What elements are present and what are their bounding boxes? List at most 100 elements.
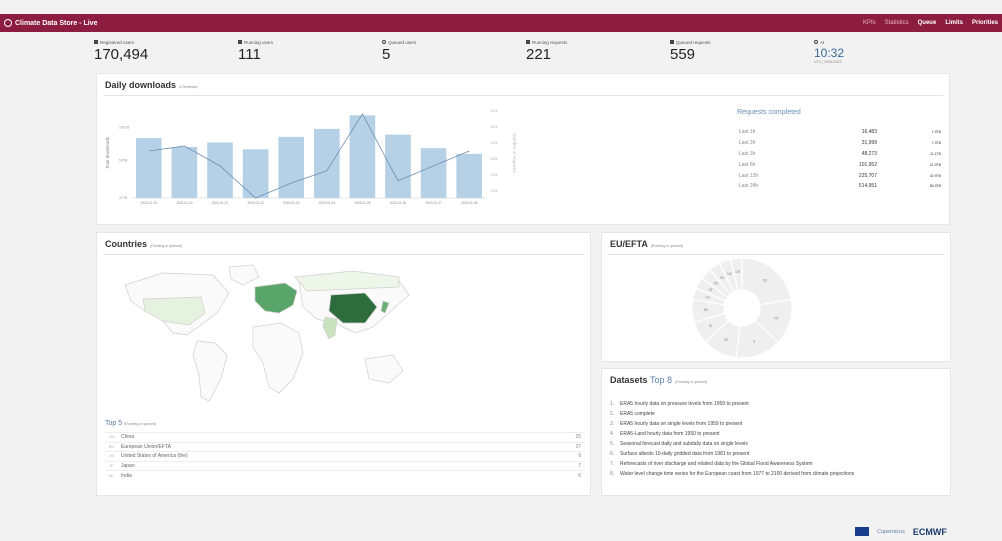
country-name: India bbox=[121, 472, 132, 479]
dataset-item[interactable]: 2. ERA5 complete bbox=[610, 409, 948, 419]
country-count: 25 bbox=[575, 434, 581, 441]
stat-label: At bbox=[820, 39, 825, 45]
nav-queue[interactable]: Queue bbox=[918, 20, 937, 26]
dataset-rank: 8. bbox=[610, 471, 615, 477]
y-tick-label: 50TB bbox=[119, 158, 128, 162]
pie-slice-label: AT bbox=[709, 288, 713, 292]
country-code: US bbox=[109, 454, 114, 459]
running-icon bbox=[238, 40, 242, 44]
request-size: 42.9TB bbox=[929, 173, 941, 178]
dataset-item[interactable]: 7. Reforecasts of river discharge and rel… bbox=[610, 459, 948, 469]
copernicus-logo[interactable]: Copernicus bbox=[877, 529, 905, 535]
request-count: 225,707 bbox=[858, 172, 877, 179]
requests-row: Last 6h 101,952 21.9TB bbox=[739, 159, 945, 170]
request-count: 31,999 bbox=[861, 140, 877, 147]
request-size: 21.9TB bbox=[929, 162, 941, 167]
x-tick-label: 2023-01-27 bbox=[425, 201, 442, 205]
euefta-subtitle: (Running or queued) bbox=[650, 244, 683, 248]
dataset-item[interactable]: 3. ERA5 hourly data on single levels from… bbox=[610, 419, 948, 429]
request-period: Last 3h bbox=[739, 150, 756, 157]
dataset-name: Seasonal forecast daily and subdaily dat… bbox=[620, 441, 748, 447]
stat-label: Running users bbox=[244, 39, 274, 45]
dataset-name: Water level change time series for the E… bbox=[620, 471, 855, 477]
stat-value: 170,494 bbox=[94, 46, 149, 63]
y2-axis-label: Number of requests bbox=[512, 133, 517, 173]
y2-tick-label: 350k bbox=[490, 157, 498, 161]
bar bbox=[278, 136, 305, 198]
y2-tick-label: 450k bbox=[490, 125, 498, 129]
dataset-item[interactable]: 6. Surface albedo 10-daily gridded data f… bbox=[610, 449, 948, 459]
stats-bar: Registered users 170,494 Running users 1… bbox=[92, 38, 958, 70]
dataset-item[interactable]: 1. ERA5 hourly data on pressure levels fr… bbox=[610, 399, 948, 409]
bar bbox=[207, 142, 233, 198]
brand[interactable]: Climate Data Store - Live bbox=[0, 19, 97, 27]
pie-slice-label: NL bbox=[709, 324, 713, 328]
stat-label: Registered users bbox=[100, 39, 135, 45]
stat-running-requests: Running requests 221 bbox=[524, 38, 668, 70]
request-period: Last 6h bbox=[739, 161, 756, 168]
euefta-title: EU/EFTA bbox=[610, 239, 648, 249]
clock-time: 10:32 bbox=[814, 46, 845, 60]
top5-row[interactable]: IN India 6 bbox=[105, 470, 585, 480]
stat-running-users: Running users 111 bbox=[236, 38, 380, 70]
daily-downloads-panel: Daily downloads in Terabytes 2023-01-19 20… bbox=[96, 73, 950, 225]
country-name: European Union/EFTA bbox=[121, 443, 171, 450]
pause-icon bbox=[670, 40, 674, 44]
request-count: 48,273 bbox=[861, 150, 877, 157]
x-tick-label: 2023-01-26 bbox=[390, 201, 407, 205]
clock-icon bbox=[382, 40, 386, 44]
top5-subtitle: (Running or queued) bbox=[124, 422, 157, 426]
y2-tick-label: 400k bbox=[490, 141, 498, 145]
top-nav: KPIs Statistics Queue Limits Priorities bbox=[863, 20, 1002, 26]
dataset-name: ERA5 complete bbox=[620, 411, 655, 417]
nav-limits[interactable]: Limits bbox=[945, 20, 963, 26]
eu-efta-pie-chart: DEFRITESNLBECHATDKSENO GR bbox=[691, 257, 793, 359]
request-period: Last 24h bbox=[739, 183, 759, 190]
datasets-subtitle: (Running or queued) bbox=[675, 380, 708, 384]
requests-completed-title: Requests completed bbox=[737, 109, 801, 116]
y-axis-label: Total downloads bbox=[105, 136, 110, 169]
world-map[interactable] bbox=[103, 255, 423, 415]
x-tick-label: 2023-01-24 bbox=[319, 201, 336, 205]
pie-slice-label: CH bbox=[705, 296, 710, 300]
dataset-item[interactable]: 8. Water level change time series for the… bbox=[610, 469, 948, 479]
dataset-rank: 4. bbox=[610, 431, 615, 437]
requests-completed-table: Last 1h 16,483 1.9TB Last 2h 31,999 7.3TB Last… bbox=[739, 127, 945, 192]
map-region-africa bbox=[252, 322, 304, 394]
downloads-chart: 2023-01-19 2023-01-20 2023-01-21 2023-01-22… bbox=[105, 109, 517, 205]
stat-clock: At 10:32 UTC | 29/01/2023 bbox=[812, 38, 956, 70]
pie-slice-label: DE bbox=[763, 278, 767, 282]
eu-flag-icon bbox=[855, 527, 869, 536]
datasets-title: Datasets bbox=[610, 375, 648, 385]
bar bbox=[456, 153, 483, 198]
requests-row: Last 24h 514,951 80.3TB bbox=[739, 181, 945, 192]
footer-logos: Copernicus ECMWF bbox=[855, 522, 1002, 541]
top5-row[interactable]: JP Japan 7 bbox=[105, 460, 585, 471]
panel-title: Countries (Running or queued) bbox=[105, 239, 182, 249]
request-size: 1.9TB bbox=[931, 130, 941, 135]
logo-icon bbox=[4, 19, 12, 27]
nav-kpis[interactable]: KPIs bbox=[863, 20, 876, 26]
pie-slice-label: FR bbox=[774, 316, 779, 320]
nav-priorities[interactable]: Priorities bbox=[972, 20, 998, 26]
top5-row[interactable]: US United States of America (the) 9 bbox=[105, 451, 585, 461]
pie-slice-label: ES bbox=[724, 338, 728, 342]
dataset-rank: 6. bbox=[610, 451, 615, 457]
panel-title: Daily downloads in Terabytes bbox=[105, 80, 198, 90]
y2-tick-label: 500k bbox=[490, 109, 498, 113]
dataset-rank: 5. bbox=[610, 441, 615, 447]
top5-row[interactable]: EU European Union/EFTA 27 bbox=[105, 441, 585, 452]
ecmwf-logo[interactable]: ECMWF bbox=[913, 527, 947, 537]
dataset-rank: 7. bbox=[610, 461, 615, 467]
dataset-item[interactable]: 5. Seasonal forecast daily and subdaily d… bbox=[610, 439, 948, 449]
panel-title: Datasets Top 8 (Running or queued) bbox=[610, 375, 707, 385]
request-size: 80.3TB bbox=[929, 184, 941, 189]
stat-value: 221 bbox=[526, 46, 552, 63]
country-code: CN bbox=[109, 435, 115, 440]
map-region-australia bbox=[364, 354, 404, 384]
dataset-rank: 2. bbox=[610, 411, 615, 417]
top5-row[interactable]: CN China 25 bbox=[105, 432, 585, 442]
map-region-south-america bbox=[192, 340, 228, 402]
dataset-item[interactable]: 4. ERA5-Land hourly data from 1950 to pre… bbox=[610, 429, 948, 439]
nav-statistics[interactable]: Statistics bbox=[885, 20, 909, 26]
